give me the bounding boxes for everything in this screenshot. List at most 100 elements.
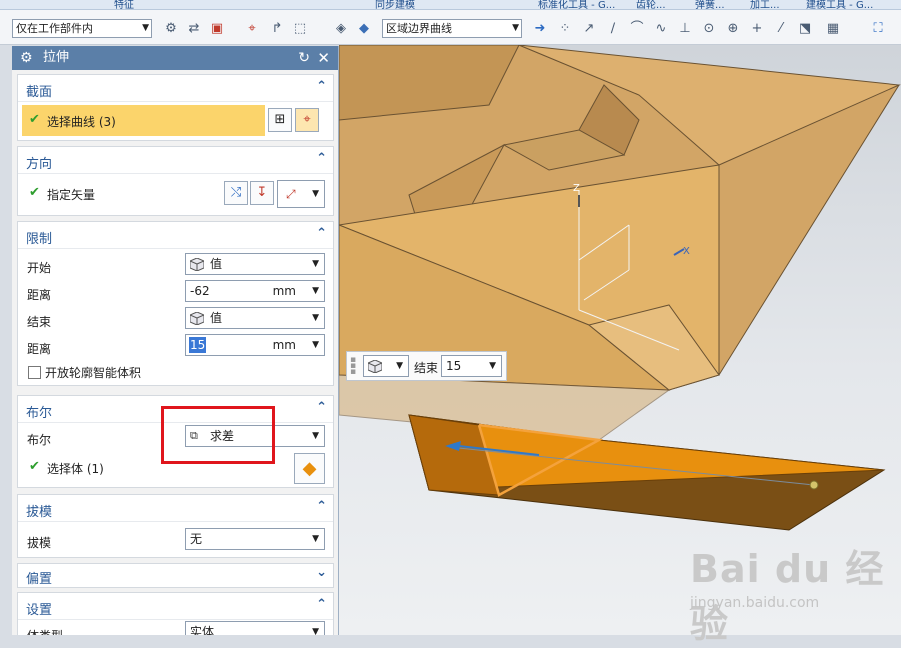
circle-center-icon[interactable]: ⊙ <box>701 21 717 37</box>
chevron-down-icon: ▼ <box>142 23 149 33</box>
snap-icon[interactable]: ⚙ <box>163 21 179 37</box>
curve-select-icon[interactable]: ⌖ <box>295 108 319 132</box>
chevron-down-icon: ▼ <box>396 361 403 371</box>
draft-type-value: 无 <box>190 532 203 546</box>
direction-header[interactable]: 方向 ⌃ <box>18 147 333 174</box>
distance1-label: 距离 <box>27 288 52 302</box>
chevron-down-icon[interactable]: ⌄ <box>316 565 327 580</box>
end-type-select[interactable]: 值 ▼ <box>185 307 325 329</box>
chevron-down-icon: ▼ <box>312 627 319 635</box>
quadrant-icon[interactable]: ⊕ <box>725 21 741 37</box>
distance2-input[interactable]: 15 mm ▼ <box>185 334 325 356</box>
chevron-up-icon[interactable]: ⌃ <box>316 226 327 241</box>
offset-title: 偏置 <box>26 572 53 587</box>
reset-icon[interactable]: ↻ <box>298 46 310 70</box>
ribbon-group-sync-modeling[interactable]: 同步建模 <box>375 0 415 9</box>
chevron-down-icon: ▼ <box>512 23 519 33</box>
grid-icon[interactable]: ▦ <box>825 21 841 37</box>
end-label: 结束 <box>27 315 52 329</box>
boolean-label: 布尔 <box>27 433 52 447</box>
distance1-input[interactable]: -62 mm ▼ <box>185 280 325 302</box>
select-filter-icon[interactable]: ▣ <box>209 21 225 37</box>
curve-rule-select[interactable]: 区域边界曲线 ▼ <box>382 19 522 38</box>
select-body-icon[interactable]: ◆ <box>294 453 325 484</box>
offset-header[interactable]: 偏置 ⌄ <box>18 564 333 590</box>
chevron-up-icon[interactable]: ⌃ <box>316 499 327 514</box>
section-header[interactable]: 截面 ⌃ <box>18 75 333 102</box>
intersect-icon[interactable]: ⊥ <box>677 21 693 37</box>
rectangle-select-icon[interactable]: ⬚ <box>292 21 308 37</box>
float-end-value-input[interactable]: 15 ▼ <box>441 355 502 377</box>
vector-type-select[interactable]: ⤢ ▼ <box>277 180 325 208</box>
ribbon-group-feature[interactable]: 特征 <box>114 0 134 9</box>
ribbon-group-modeling-tools[interactable]: 建模工具 - G... <box>806 0 873 9</box>
select-curve-row[interactable]: ✔ 选择曲线 (3) <box>22 105 265 136</box>
move-icon[interactable]: ⇄ <box>186 21 202 37</box>
body-type-select[interactable]: 实体 ▼ <box>185 621 325 635</box>
line-segment-icon[interactable]: ∕ <box>605 21 621 37</box>
chevron-up-icon[interactable]: ⌃ <box>316 79 327 94</box>
settings-header[interactable]: 设置 ⌃ <box>18 593 333 620</box>
start-type-value: 值 <box>210 257 223 271</box>
reverse-direction-icon[interactable]: ⤭ <box>224 181 248 205</box>
spline-icon[interactable]: ∿ <box>653 21 669 37</box>
select-body-label: 选择体 (1) <box>47 462 104 476</box>
body-icon[interactable]: ◈ <box>333 21 349 37</box>
draft-group: 拔模 ⌃ 拔模 无 ▼ <box>17 494 334 558</box>
onscreen-input-bar: ▪ ▪ ▪ ▼ 结束 15 ▼ <box>346 351 507 381</box>
chevron-up-icon[interactable]: ⌃ <box>316 400 327 415</box>
open-profile-label: 开放轮廓智能体积 <box>45 366 142 380</box>
chevron-down-icon: ▼ <box>312 189 319 199</box>
on-curve-icon[interactable]: ⁄ <box>773 21 789 37</box>
feature-icon[interactable]: ↱ <box>269 21 285 37</box>
chevron-up-icon[interactable]: ⌃ <box>316 597 327 612</box>
start-row: 开始 值 ▼ <box>18 253 333 279</box>
ribbon-group-spring[interactable]: 弹簧... <box>695 0 725 9</box>
solid-icon[interactable]: ◆ <box>356 21 372 37</box>
drag-handle-end[interactable] <box>809 480 819 490</box>
chevron-down-icon: ▼ <box>312 259 319 269</box>
ribbon-group-standard-tools[interactable]: 标准化工具 - G... <box>538 0 615 9</box>
axis-x-label: X <box>683 246 690 257</box>
filter-scope-select[interactable]: 仅在工作部件内 ▼ <box>12 19 152 38</box>
fit-view-icon[interactable]: ⛶ <box>870 21 886 37</box>
chevron-up-icon[interactable]: ⌃ <box>316 151 327 166</box>
float-end-label: 结束 <box>414 361 439 375</box>
line-icon[interactable]: ↗ <box>581 21 597 37</box>
existing-point-icon[interactable]: + <box>749 21 765 37</box>
close-icon[interactable]: ✕ <box>317 46 330 70</box>
check-icon: ✔ <box>29 112 40 127</box>
distance2-row: 距离 15 mm ▼ <box>18 334 333 360</box>
point-cloud-icon[interactable]: ⁘ <box>557 21 573 37</box>
draft-header[interactable]: 拔模 ⌃ <box>18 495 333 522</box>
arrow-right-icon[interactable]: ➜ <box>532 21 548 37</box>
offset-group: 偏置 ⌄ <box>17 563 334 588</box>
cube-value-icon <box>189 257 205 272</box>
intent-icon[interactable]: ⌖ <box>244 21 260 37</box>
view-icon[interactable]: ⬔ <box>797 21 813 37</box>
draft-type-select[interactable]: 无 ▼ <box>185 528 325 550</box>
dialog-title-bar[interactable]: ⚙ 拉伸 ↻ ✕ <box>12 46 338 70</box>
limits-header[interactable]: 限制 ⌃ <box>18 222 333 249</box>
ribbon-group-labels: 特征 同步建模 标准化工具 - G... 齿轮... 弹簧... 加工... 建… <box>0 0 901 10</box>
float-end-type-select[interactable]: ▼ <box>363 355 409 377</box>
ribbon-group-gear[interactable]: 齿轮... <box>636 0 666 9</box>
draft-label: 拔模 <box>27 536 52 550</box>
direction-group: 方向 ⌃ ✔ 指定矢量 ⤭ ↧ ⤢ ▼ <box>17 146 334 216</box>
vector-icon: ⤢ <box>286 187 296 201</box>
arc-icon[interactable]: ⌒ <box>629 21 645 37</box>
chevron-down-icon: ▼ <box>312 431 319 441</box>
highlight-box <box>161 406 275 464</box>
ribbon-group-machining[interactable]: 加工... <box>750 0 780 9</box>
dialog-title: 拉伸 <box>43 50 70 65</box>
chevron-down-icon: ▼ <box>489 361 496 371</box>
grip-icon[interactable]: ▪ ▪ ▪ <box>350 356 356 377</box>
sketch-section-icon[interactable]: ⊞ <box>268 108 292 132</box>
limits-title: 限制 <box>26 232 53 247</box>
gear-icon[interactable]: ⚙ <box>20 46 33 70</box>
vector-dialog-icon[interactable]: ↧ <box>250 181 274 205</box>
start-type-select[interactable]: 值 ▼ <box>185 253 325 275</box>
open-profile-checkbox[interactable] <box>28 366 41 379</box>
chevron-down-icon: ▼ <box>312 340 319 350</box>
extrude-dialog: ⚙ 拉伸 ↻ ✕ 截面 ⌃ ✔ 选择曲线 (3) ⊞ ⌖ 方向 ⌃ ✔ 指定矢量… <box>12 46 339 635</box>
